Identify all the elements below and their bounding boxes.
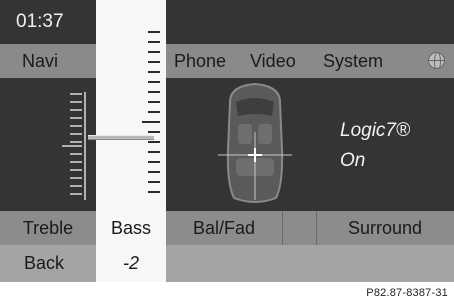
bass-value: -2 (122, 253, 139, 273)
bass-level-scale (142, 31, 160, 193)
top-status-bar (166, 0, 454, 44)
back-button[interactable]: Back (24, 245, 64, 282)
car-sound-field-icon (218, 82, 292, 203)
tab-bal-fad[interactable]: Bal/Fad (166, 211, 282, 245)
main-menu-bar (0, 44, 454, 78)
audio-sound-screen: 01:37 Navi Phone Video System Logic7® On… (0, 0, 454, 282)
treble-level-scale (62, 92, 86, 200)
menu-navi[interactable]: Navi (22, 44, 58, 78)
menu-system[interactable]: System (323, 44, 383, 78)
bass-slider-handle[interactable] (88, 135, 154, 140)
tab-treble[interactable]: Treble (0, 211, 96, 245)
tab-bass[interactable]: Bass (96, 211, 166, 245)
globe-icon[interactable] (428, 52, 445, 69)
menu-phone[interactable]: Phone (174, 44, 226, 78)
tab-separator (316, 211, 317, 245)
tab-separator (282, 211, 283, 245)
sound-mode-label: Logic7® (340, 120, 410, 141)
menu-video[interactable]: Video (250, 44, 296, 78)
tab-surround[interactable]: Surround (316, 211, 454, 245)
figure-reference-code: P82.87-8387-31 (366, 287, 448, 299)
bottom-bar (0, 245, 454, 282)
clock: 01:37 (0, 0, 96, 44)
sound-mode-state: On (340, 150, 366, 171)
